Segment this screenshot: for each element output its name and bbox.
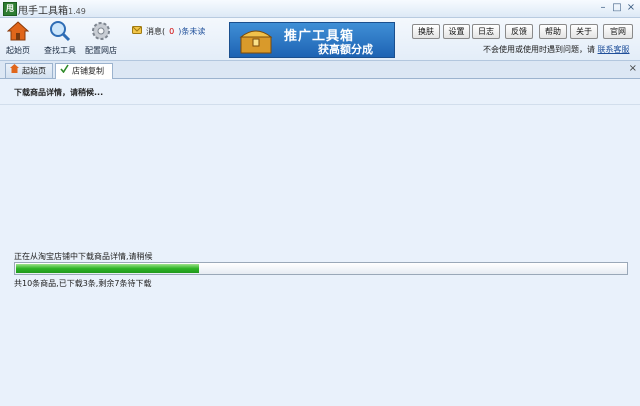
log-button[interactable]: 日志 — [472, 24, 500, 39]
message-label: 消息( — [146, 27, 166, 36]
home-icon — [6, 20, 30, 42]
maximize-icon: □ — [612, 2, 622, 13]
maximize-button[interactable]: □ — [610, 1, 624, 15]
close-tab-button[interactable]: × — [629, 63, 637, 74]
help-notice: 不会使用或使用时遇到问题，请 联系客服 — [483, 44, 630, 55]
tab-store-copy-label: 店铺复制 — [72, 66, 104, 76]
notice-text: 不会使用或使用时遇到问题，请 — [483, 45, 595, 54]
toolbar: 起始页 查找工具 配置网店 消息(0)条未读 推广工具箱 获高额分成 换肤 设置… — [0, 18, 640, 61]
gear-icon — [90, 20, 112, 42]
app-icon: 甩 — [3, 2, 17, 16]
close-icon: × — [628, 63, 637, 74]
unread-label: )条未读 — [178, 27, 206, 36]
magnifier-icon — [49, 20, 71, 42]
home-button[interactable]: 起始页 — [6, 20, 30, 56]
find-tool-button[interactable]: 查找工具 — [44, 20, 76, 56]
window-title-text: 甩手工具箱 — [18, 6, 68, 17]
message-icon — [132, 26, 142, 37]
skin-button[interactable]: 换肤 — [412, 24, 440, 39]
message-count: 0 — [169, 27, 175, 36]
settings-button[interactable]: 设置 — [443, 24, 470, 39]
close-window-button[interactable]: × — [624, 1, 638, 15]
website-button[interactable]: 官网 — [603, 24, 633, 39]
download-status: 正在从淘宝店铺中下载商品详情,请稍候 — [14, 252, 153, 261]
feedback-button[interactable]: 反馈 — [505, 24, 533, 39]
home-label: 起始页 — [6, 46, 30, 55]
download-summary: 共10条商品,已下载3条,剩余7条待下载 — [14, 279, 152, 288]
config-label: 配置网店 — [85, 46, 117, 55]
find-label: 查找工具 — [44, 46, 76, 55]
home-icon — [10, 64, 19, 78]
tab-home[interactable]: 起始页 — [5, 63, 53, 78]
contact-support-link[interactable]: 联系客服 — [598, 45, 630, 54]
minimize-icon: – — [600, 2, 606, 13]
about-button[interactable]: 关于 — [570, 24, 598, 39]
message-status[interactable]: 消息(0)条未读 — [132, 26, 205, 37]
window-title: 甩手工具箱1.49 — [18, 2, 86, 17]
check-icon — [60, 64, 69, 78]
minimize-button[interactable]: – — [596, 1, 610, 15]
page-heading: 下载商品详情，请稍候... — [14, 88, 104, 97]
close-icon: × — [626, 2, 636, 13]
banner-line2: 获高额分成 — [318, 43, 373, 56]
progress-fill — [16, 264, 199, 273]
promo-banner[interactable]: 推广工具箱 获高额分成 — [229, 22, 395, 58]
progress-bar — [14, 262, 628, 275]
window-version: 1.49 — [68, 7, 86, 16]
tab-home-label: 起始页 — [22, 66, 46, 76]
main-content: 下载商品详情，请稍候... 正在从淘宝店铺中下载商品详情,请稍候 共10条商品,… — [0, 79, 640, 406]
tab-bar: 起始页 店铺复制 × — [0, 61, 640, 79]
config-store-button[interactable]: 配置网店 — [85, 20, 117, 56]
treasure-chest-icon — [239, 30, 273, 54]
divider — [0, 104, 640, 105]
title-bar: 甩 甩手工具箱1.49 – □ × — [0, 0, 640, 18]
help-button[interactable]: 帮助 — [539, 24, 567, 39]
tab-store-copy[interactable]: 店铺复制 — [55, 63, 113, 79]
